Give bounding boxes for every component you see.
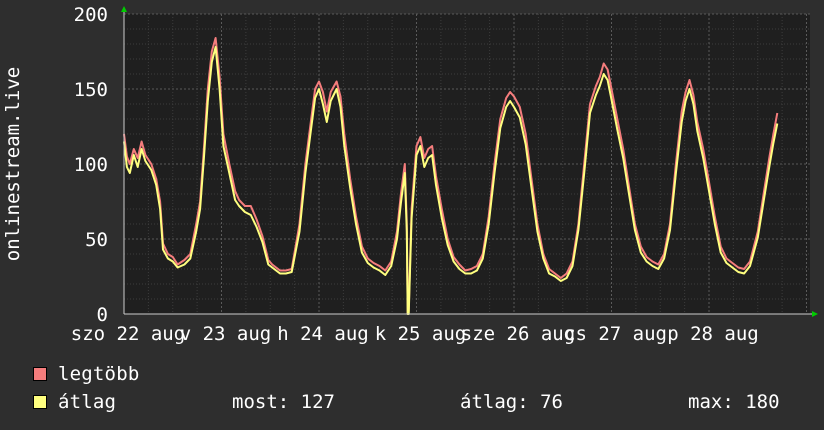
atlag-swatch [33, 395, 47, 409]
x-tick-label: p 28 aug [667, 323, 759, 345]
y-tick-label: 100 [74, 154, 108, 176]
legend-label: átlag [58, 391, 117, 413]
y-axis-arrow [121, 6, 127, 12]
stat-current: most: 127 [232, 391, 335, 413]
x-tick-label: cs 27 aug [564, 323, 667, 345]
legend-label: legtöbb [58, 363, 140, 385]
stat-maximum: max: 180 [688, 391, 780, 413]
legtobb-swatch [33, 367, 47, 381]
y-tick-label: 50 [85, 229, 108, 251]
y-tick-label: 200 [74, 4, 108, 26]
y-tick-label: 150 [74, 79, 108, 101]
x-tick-label: v 23 aug [180, 323, 272, 345]
legend-item-legtobb: legtöbb [33, 363, 140, 385]
x-tick-label: k 25 aug [375, 323, 467, 345]
stat-average: átlag: 76 [460, 391, 563, 413]
x-axis-arrow [812, 311, 818, 317]
x-tick-label: szo 22 aug [71, 323, 185, 345]
x-tick-label: h 24 aug [277, 323, 369, 345]
legend-item-atlag: átlag [33, 391, 117, 413]
y-axis-label: onlinestream.live [2, 67, 24, 261]
x-tick-label: sze 26 aug [461, 323, 575, 345]
rrd-graph: 0 50 100 150 200 szo 22 aug v 23 aug h 24 aug k … [0, 0, 824, 430]
